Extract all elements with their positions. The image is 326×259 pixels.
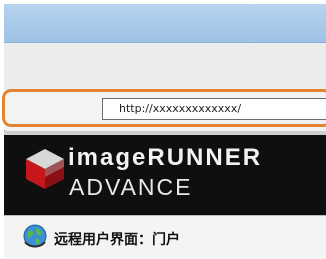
- canon-cube-logo-icon: [26, 149, 64, 189]
- brand-subtitle: ADVANCE: [69, 174, 193, 200]
- browser-toolbar: [4, 43, 326, 92]
- browser-titlebar: [4, 4, 326, 43]
- page-title: 远程用户界面：门户: [54, 232, 180, 248]
- globe-icon: [23, 224, 47, 248]
- brand-name: imageRUNNER: [68, 144, 263, 171]
- address-highlight: [2, 89, 326, 127]
